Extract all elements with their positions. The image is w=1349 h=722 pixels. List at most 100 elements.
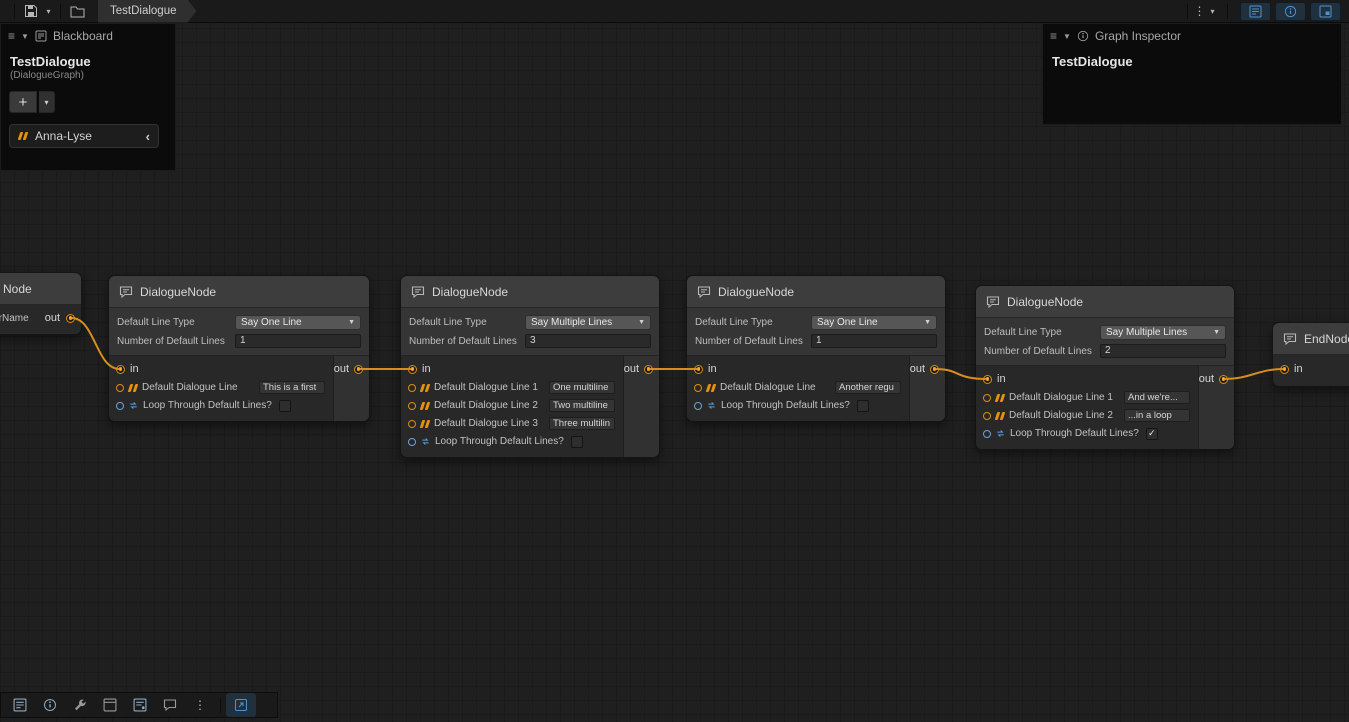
count-label: Number of Default Lines xyxy=(409,336,525,347)
line-type-dropdown[interactable]: Say Multiple Lines ▼ xyxy=(1100,325,1226,340)
out-port[interactable] xyxy=(66,314,75,323)
node-title-bar: DialogueNode xyxy=(401,276,659,308)
quote-icon xyxy=(995,394,1005,402)
out-port[interactable] xyxy=(644,365,653,374)
in-port-label: in xyxy=(130,363,139,375)
save-button[interactable] xyxy=(20,2,42,21)
in-port[interactable] xyxy=(983,375,992,384)
out-port-label: out xyxy=(334,363,349,375)
speaker-node-partial[interactable]: Node kerName out xyxy=(0,272,82,335)
out-port[interactable] xyxy=(354,365,363,374)
bottom-dialogue-button[interactable] xyxy=(155,693,185,717)
variable-collapse-icon[interactable]: ‹ xyxy=(146,129,150,144)
bottom-window-button[interactable] xyxy=(95,693,125,717)
dialogue-node-2[interactable]: DialogueNode Default Line Type Say Multi… xyxy=(400,275,660,458)
info-icon xyxy=(1284,5,1297,18)
in-port[interactable] xyxy=(694,365,703,374)
out-port[interactable] xyxy=(1219,375,1228,384)
line-type-dropdown[interactable]: Say One Line ▼ xyxy=(235,315,361,330)
in-port-label: in xyxy=(997,373,1006,385)
add-variable-caret[interactable]: ▾ xyxy=(39,91,55,113)
node-title: EndNode xyxy=(1304,332,1349,346)
count-label: Number of Default Lines xyxy=(984,346,1100,357)
node-title-bar: DialogueNode xyxy=(976,286,1234,318)
blackboard-title: Blackboard xyxy=(53,29,113,43)
line-field[interactable]: ...in a loop xyxy=(1124,409,1190,422)
line-field[interactable]: Three multilin xyxy=(549,417,615,430)
kebab-icon: ⋮ xyxy=(194,698,206,712)
line-label: Default Dialogue Line 2 xyxy=(434,400,545,411)
loop-port[interactable] xyxy=(408,438,416,446)
blackboard-graph-name: TestDialogue xyxy=(1,48,175,69)
dropdown-caret-icon: ▼ xyxy=(1213,329,1220,336)
bottom-tools-button[interactable] xyxy=(65,693,95,717)
line-port[interactable] xyxy=(983,412,991,420)
line-port[interactable] xyxy=(408,402,416,410)
bottom-blackboard-button[interactable] xyxy=(5,693,35,717)
line-port[interactable] xyxy=(983,394,991,402)
line-field[interactable]: One multiline xyxy=(549,381,615,394)
line-port[interactable] xyxy=(408,420,416,428)
in-port[interactable] xyxy=(116,365,125,374)
blackboard-panel: ≡ ▼ Blackboard TestDialogue (DialogueGra… xyxy=(0,23,176,171)
dropdown-caret-icon: ▼ xyxy=(638,319,645,326)
line-port[interactable] xyxy=(694,384,702,392)
breadcrumb[interactable]: TestDialogue xyxy=(98,0,196,23)
loop-checkbox[interactable]: ✓ xyxy=(1146,428,1158,440)
loop-checkbox[interactable] xyxy=(279,400,291,412)
loop-icon xyxy=(420,436,431,447)
out-port-label: out xyxy=(624,363,639,375)
blackboard-collapse-icon[interactable]: ▼ xyxy=(21,32,29,41)
inspector-menu-icon[interactable]: ≡ xyxy=(1050,29,1057,43)
dialogue-node-3[interactable]: DialogueNode Default Line Type Say One L… xyxy=(686,275,946,422)
line-type-dropdown[interactable]: Say One Line ▼ xyxy=(811,315,937,330)
node-title: DialogueNode xyxy=(718,285,794,299)
count-field[interactable]: 2 xyxy=(1100,344,1226,358)
options-menu-button[interactable]: ⋮ xyxy=(1193,2,1206,21)
bottom-more-button[interactable]: ⋮ xyxy=(185,693,215,717)
dialogue-node-1[interactable]: DialogueNode Default Line Type Say One L… xyxy=(108,275,370,422)
count-field[interactable]: 1 xyxy=(811,334,937,348)
line-field[interactable]: This is a first xyxy=(259,381,325,394)
bottom-inspector-button[interactable] xyxy=(35,693,65,717)
line-field[interactable]: And we're... xyxy=(1124,391,1190,404)
open-asset-button[interactable] xyxy=(66,2,88,21)
line-field[interactable]: Two multiline xyxy=(549,399,615,412)
dialogue-node-4[interactable]: DialogueNode Default Line Type Say Multi… xyxy=(975,285,1235,450)
options-caret[interactable]: ▾ xyxy=(1206,2,1219,21)
out-port[interactable] xyxy=(930,365,939,374)
add-variable-button[interactable]: + xyxy=(9,91,37,113)
toggle-blackboard-button[interactable] xyxy=(1240,2,1271,21)
line-type-dropdown[interactable]: Say Multiple Lines ▼ xyxy=(525,315,651,330)
count-field[interactable]: 3 xyxy=(525,334,651,348)
variable-name: Anna-Lyse xyxy=(35,129,139,143)
loop-port[interactable] xyxy=(983,430,991,438)
loop-port[interactable] xyxy=(694,402,702,410)
separator xyxy=(14,4,15,19)
info-icon xyxy=(43,698,57,712)
line-field[interactable]: Another regu xyxy=(835,381,901,394)
toggle-inspector-button[interactable] xyxy=(1275,2,1306,21)
folder-icon xyxy=(70,5,85,18)
loop-checkbox[interactable] xyxy=(571,436,583,448)
blackboard-variable-row[interactable]: Anna-Lyse ‹ xyxy=(9,124,159,148)
loop-checkbox[interactable] xyxy=(857,400,869,412)
inspector-collapse-icon[interactable]: ▼ xyxy=(1063,32,1071,41)
line-port[interactable] xyxy=(116,384,124,392)
toggle-minimap-button[interactable] xyxy=(1310,2,1341,21)
out-port-label: out xyxy=(45,312,60,324)
blackboard-menu-icon[interactable]: ≡ xyxy=(8,29,15,43)
loop-icon xyxy=(128,400,139,411)
line-port[interactable] xyxy=(408,384,416,392)
bottom-graph-button[interactable] xyxy=(125,693,155,717)
in-port[interactable] xyxy=(1280,365,1289,374)
loop-icon xyxy=(706,400,717,411)
bottom-open-graph-button[interactable] xyxy=(226,693,256,717)
save-options-caret[interactable]: ▾ xyxy=(42,2,55,21)
count-field[interactable]: 1 xyxy=(235,334,361,348)
in-port[interactable] xyxy=(408,365,417,374)
in-port-label: in xyxy=(708,363,717,375)
end-node[interactable]: EndNode in xyxy=(1272,322,1349,387)
save-icon xyxy=(24,4,38,18)
loop-port[interactable] xyxy=(116,402,124,410)
